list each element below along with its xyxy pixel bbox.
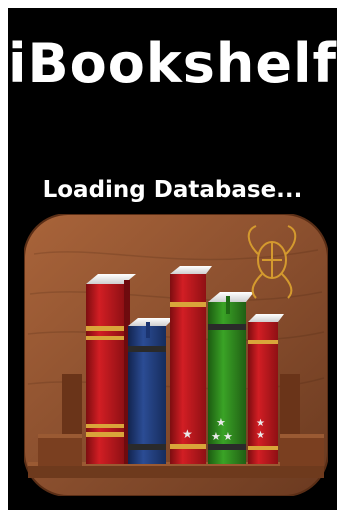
svg-text:★: ★	[256, 430, 265, 441]
splash-screen: iBookshelf Loading Database... ★ ★ ★ ★ ★…	[8, 8, 337, 510]
shelf-plank	[28, 464, 324, 478]
bookshelf-illustration: ★ ★ ★ ★ ★ ★	[23, 213, 329, 497]
device-frame: iBookshelf Loading Database... ★ ★ ★ ★ ★…	[0, 0, 345, 516]
app-title: iBookshelf	[8, 32, 337, 95]
svg-text:★: ★	[182, 427, 193, 441]
book-red-2: ★	[170, 266, 212, 464]
bookshelf-app-icon: ★ ★ ★ ★ ★ ★	[23, 213, 329, 497]
svg-text:★: ★	[256, 418, 265, 429]
svg-text:★: ★	[211, 430, 221, 443]
svg-text:★: ★	[223, 430, 233, 443]
loading-status-text: Loading Database...	[42, 177, 303, 203]
svg-text:★: ★	[216, 416, 226, 429]
